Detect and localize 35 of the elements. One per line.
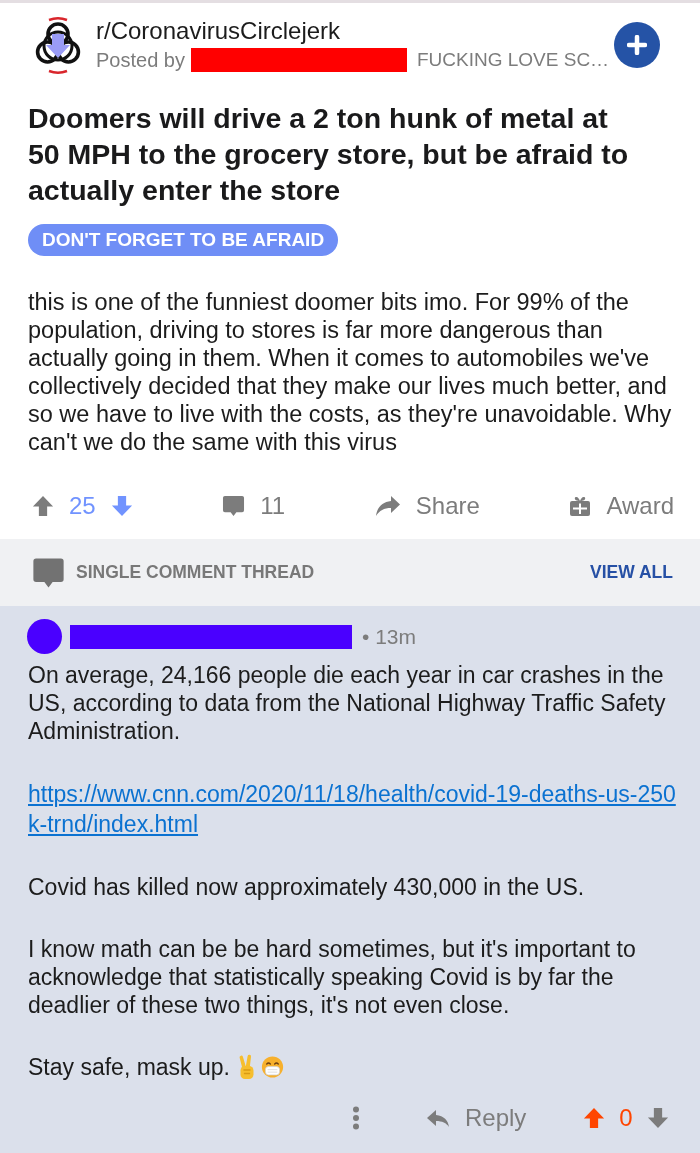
- avatar[interactable]: [27, 619, 62, 654]
- upvote-icon[interactable]: [583, 1106, 606, 1130]
- downvote-icon[interactable]: [110, 494, 133, 518]
- plus-icon: [627, 35, 647, 55]
- post-body: this is one of the funniest doomer bits imo. For 99% of the population, driving to stores is far more dangerous than actually going in them. When it comes to automobiles we've collectively decided that they make our lives much better, and so we have to live with the costs, as they're unavoidable. Why can't we do the same with this virus: [28, 288, 673, 456]
- gift-icon: [569, 495, 592, 517]
- posted-by-label: Posted by: [96, 48, 185, 73]
- more-icon[interactable]: [352, 1106, 360, 1130]
- article-link[interactable]: https://www.cnn.com/2020/11/18/health/covid-19-deaths-us-250k-trnd/index.html: [28, 779, 680, 839]
- victory-hand-icon: [237, 1054, 257, 1080]
- comment-text: Stay safe, mask up.: [28, 1053, 230, 1081]
- downvote-icon[interactable]: [646, 1106, 669, 1130]
- comments-button[interactable]: 11: [222, 492, 286, 520]
- comment-text: Covid has killed now approximately 430,000 in the US.: [28, 873, 586, 901]
- comment-text: On average, 24,166 people die each year in car crashes in the US, according to data from the National Highway Traffic Safety Administration.: [28, 661, 667, 745]
- comment-text: I know math can be be hard sometimes, but it's important to acknowledge that statistically speaking Covid is by far the deadlier of these two things, it's not even close.: [28, 935, 637, 1019]
- comment-icon: [222, 495, 246, 517]
- subreddit-name[interactable]: r/CoronavirusCirclejerk: [96, 17, 341, 45]
- comment-age: • 13m: [362, 624, 417, 649]
- vote-score: 0: [619, 1104, 633, 1132]
- award-button[interactable]: Award: [569, 492, 674, 520]
- comment-icon: [32, 556, 65, 589]
- upvote-icon[interactable]: [32, 494, 54, 518]
- user-flair: FUCKING LOVE SC…: [416, 48, 610, 72]
- post-title: Doomers will drive a 2 ton hunk of metal at 50 MPH to the grocery store, but be afraid to actually enter the store: [28, 101, 630, 208]
- plus-button[interactable]: [614, 22, 660, 68]
- post-flair: DON'T FORGET TO BE AFRAID: [28, 224, 339, 256]
- share-button[interactable]: Share: [374, 492, 480, 520]
- reply-button[interactable]: Reply: [426, 1104, 527, 1132]
- view-all-link[interactable]: VIEW ALL: [590, 562, 673, 583]
- mask-face-icon: [261, 1054, 284, 1080]
- vote-score: 25: [69, 492, 96, 520]
- share-icon: [374, 495, 401, 517]
- thread-label: SINGLE COMMENT THREAD: [76, 562, 315, 583]
- reply-icon: [426, 1108, 450, 1128]
